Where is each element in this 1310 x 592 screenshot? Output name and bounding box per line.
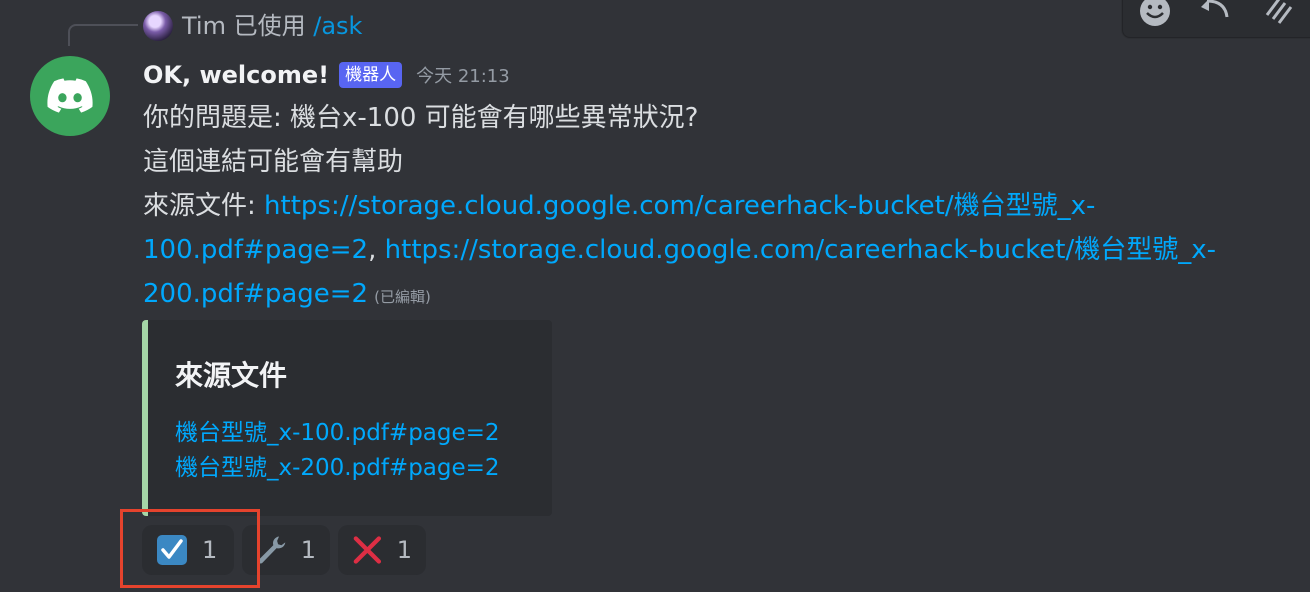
source-label: 來源文件:: [143, 191, 265, 221]
reply-used-text: 已使用: [233, 12, 306, 40]
message-toolbar: [1122, 0, 1310, 38]
message-header: OK, welcome! 機器人 今天 21:13: [143, 58, 510, 92]
source-link-1[interactable]: https://storage.cloud.google.com/careerh…: [264, 191, 1095, 221]
link-separator: ,: [368, 235, 385, 265]
content-line-question: 你的問題是: 機台x-100 可能會有哪些異常狀況?: [143, 103, 699, 133]
reply-command[interactable]: /ask: [313, 12, 362, 40]
cross-mark-icon: [353, 536, 382, 564]
source-link-1-cont[interactable]: 100.pdf#page=2: [143, 235, 368, 265]
bot-tag: 機器人: [339, 62, 403, 88]
content-line-help: 這個連結可能會有幫助: [143, 147, 404, 177]
reply-icon[interactable]: [1199, 0, 1235, 33]
reaction-count: 1: [300, 536, 316, 564]
reaction-cross[interactable]: 1: [338, 525, 426, 575]
reply-avatar[interactable]: [143, 11, 173, 41]
reaction-count: 1: [396, 536, 412, 564]
embed-links: 機台型號_x-100.pdf#page=2 機台型號_x-200.pdf#pag…: [175, 416, 500, 486]
bot-avatar[interactable]: [30, 56, 110, 136]
username[interactable]: OK, welcome!: [143, 61, 329, 89]
embed-link-1[interactable]: 機台型號_x-100.pdf#page=2: [175, 416, 500, 451]
content-line-source: 來源文件: https://storage.cloud.google.com/c…: [143, 184, 1303, 228]
discord-logo-icon: [47, 78, 93, 113]
content-line-links: 100.pdf#page=2, https://storage.cloud.go…: [143, 228, 1303, 272]
add-reaction-icon[interactable]: [1137, 0, 1173, 33]
content-line-end: 200.pdf#page=2 (已編輯): [143, 272, 1303, 319]
source-link-2-cont[interactable]: 200.pdf#page=2: [143, 279, 368, 309]
embed-title: 來源文件: [175, 359, 288, 392]
more-icon[interactable]: [1261, 0, 1297, 33]
reply-connector: [68, 24, 138, 46]
source-link-2[interactable]: https://storage.cloud.google.com/careerh…: [385, 235, 1216, 265]
source-embed: 來源文件 機台型號_x-100.pdf#page=2 機台型號_x-200.pd…: [142, 320, 552, 516]
reply-reference[interactable]: Tim 已使用 /ask: [182, 10, 362, 42]
timestamp[interactable]: 今天 21:13: [416, 62, 510, 88]
embed-link-2[interactable]: 機台型號_x-200.pdf#page=2: [175, 451, 500, 486]
message-content: 你的問題是: 機台x-100 可能會有哪些異常狀況? 這個連結可能會有幫助 來源…: [143, 96, 1303, 319]
highlight-box: [120, 509, 260, 588]
wrench-icon: [258, 536, 286, 564]
reply-username[interactable]: Tim: [182, 12, 226, 40]
edited-label: (已編輯): [374, 288, 431, 306]
